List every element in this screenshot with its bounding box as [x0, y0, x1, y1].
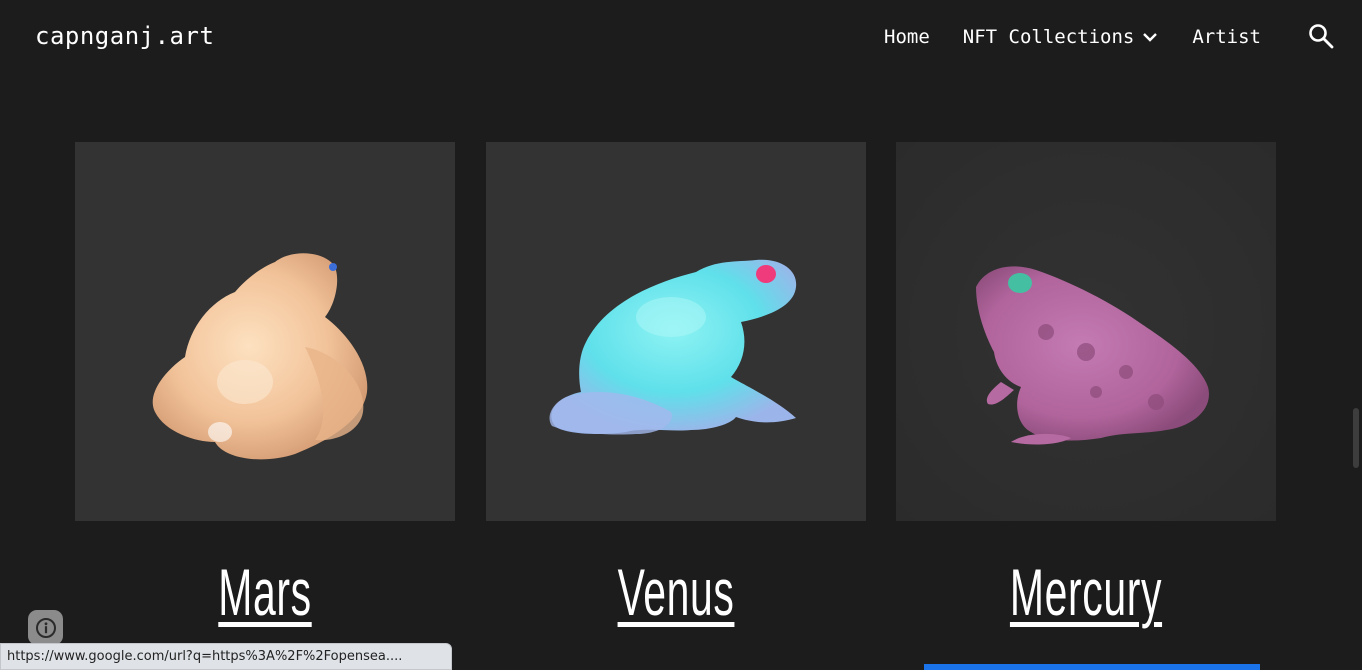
mercury-title-link[interactable]: Mercury	[968, 552, 1204, 632]
venus-frog-image[interactable]	[486, 142, 866, 521]
site-header: capnganj.art Home NFT Collections Artist	[0, 0, 1362, 72]
collection-card-venus: Venus	[486, 142, 866, 629]
nav-artist[interactable]: Artist	[1192, 26, 1261, 48]
collection-card-mars: Mars	[75, 142, 455, 629]
blue-action-button[interactable]	[924, 664, 1260, 670]
main-nav: Home NFT Collections Artist	[884, 25, 1261, 49]
mercury-frog-illustration	[976, 266, 1209, 445]
info-icon	[35, 617, 56, 638]
nav-nft-collections-label: NFT Collections	[962, 26, 1135, 48]
venus-frog-illustration	[549, 259, 797, 435]
info-button[interactable]	[28, 610, 63, 645]
mars-frog-illustration	[152, 253, 368, 460]
mars-title-link[interactable]: Mars	[147, 552, 383, 632]
chevron-down-icon[interactable]	[1142, 31, 1158, 43]
mercury-frog-image[interactable]	[896, 142, 1276, 521]
site-title[interactable]: capnganj.art	[35, 22, 214, 50]
nav-nft-collections[interactable]: NFT Collections	[963, 26, 1159, 48]
venus-title-link[interactable]: Venus	[558, 552, 794, 632]
collection-card-mercury: Mercury	[896, 142, 1276, 629]
page-scrollbar-thumb[interactable]	[1353, 408, 1359, 468]
search-icon[interactable]	[1308, 23, 1334, 49]
nav-home[interactable]: Home	[884, 26, 930, 48]
mars-frog-image[interactable]	[75, 142, 455, 521]
link-status-bar: https://www.google.com/url?q=https%3A%2F…	[0, 643, 452, 670]
